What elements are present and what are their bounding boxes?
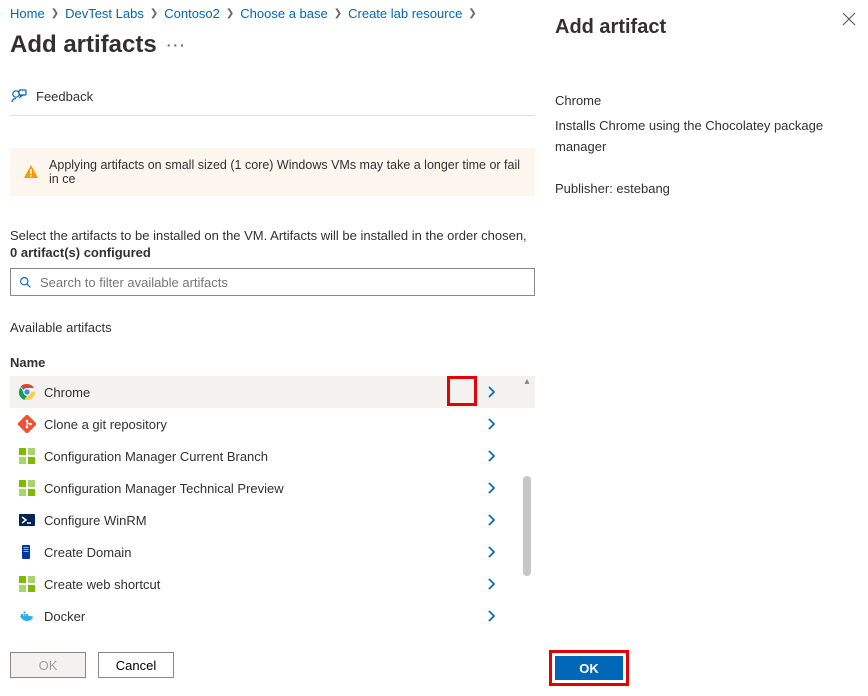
tiles-icon (10, 479, 44, 497)
scroll-up-icon[interactable]: ▴ (521, 376, 533, 388)
git-icon (10, 415, 44, 433)
artifact-label: Chrome (44, 385, 487, 400)
artifact-label: Clone a git repository (44, 417, 487, 432)
artifact-label: Configuration Manager Current Branch (44, 449, 487, 464)
divider (10, 115, 535, 116)
tiles-icon (10, 447, 44, 465)
breadcrumb-devtestlabs[interactable]: DevTest Labs (65, 6, 144, 21)
artifact-list: Chrome Clone a git repository Configuratio… (10, 376, 535, 632)
panel-title: Add artifact (555, 16, 862, 39)
artifact-label: Configure WinRM (44, 513, 487, 528)
chevron-right-icon: ❯ (334, 8, 342, 19)
cancel-button[interactable]: Cancel (98, 652, 174, 678)
feedback-icon (10, 87, 28, 105)
artifact-row[interactable]: Docker (10, 600, 535, 632)
chevron-right-icon: ❯ (51, 8, 59, 19)
available-artifacts-heading: Available artifacts (10, 320, 535, 335)
chevron-right-icon: ❯ (468, 8, 476, 19)
chevron-right-icon[interactable] (487, 418, 511, 430)
chevron-right-icon[interactable] (487, 386, 511, 398)
artifact-name: Chrome (555, 91, 862, 112)
artifact-row[interactable]: Chrome (10, 376, 535, 408)
search-field[interactable] (40, 275, 526, 290)
artifact-publisher: Publisher: estebang (555, 179, 862, 200)
instruction-text: Select the artifacts to be installed on … (10, 228, 535, 260)
breadcrumb-create-lab-resource[interactable]: Create lab resource (348, 6, 462, 21)
warning-notice: Applying artifacts on small sized (1 cor… (10, 148, 535, 196)
chevron-right-icon[interactable] (487, 482, 511, 494)
artifact-row[interactable]: Configuration Manager Current Branch (10, 440, 535, 472)
chevron-right-icon[interactable] (487, 514, 511, 526)
powershell-icon (10, 511, 44, 529)
artifact-description: Installs Chrome using the Chocolatey pac… (555, 116, 862, 158)
artifact-label: Create Domain (44, 545, 487, 560)
chevron-right-icon[interactable] (487, 610, 511, 622)
scroll-thumb[interactable] (523, 476, 531, 576)
artifact-row[interactable]: Configure WinRM (10, 504, 535, 536)
panel-ok-button[interactable]: OK (555, 656, 623, 680)
scrollbar[interactable]: ▴ (521, 376, 533, 632)
artifact-label: Create web shortcut (44, 577, 487, 592)
ok-button: OK (10, 652, 86, 678)
chrome-icon (10, 383, 44, 401)
chevron-right-icon: ❯ (226, 8, 234, 19)
chevron-right-icon: ❯ (150, 8, 158, 19)
close-button[interactable] (842, 12, 856, 26)
breadcrumb: Home ❯ DevTest Labs ❯ Contoso2 ❯ Choose … (10, 6, 535, 21)
breadcrumb-contoso2[interactable]: Contoso2 (164, 6, 220, 21)
artifact-row[interactable]: Create Domain (10, 536, 535, 568)
feedback-label: Feedback (36, 89, 93, 104)
search-icon (19, 276, 32, 289)
docker-icon (10, 607, 44, 625)
server-icon (10, 543, 44, 561)
breadcrumb-choose-base[interactable]: Choose a base (240, 6, 327, 21)
feedback-button[interactable]: Feedback (10, 87, 535, 105)
configured-count: 0 artifact(s) configured (10, 245, 535, 260)
artifact-row[interactable]: Configuration Manager Technical Preview (10, 472, 535, 504)
more-menu-button[interactable]: ··· (167, 37, 187, 53)
tiles-icon (10, 575, 44, 593)
add-artifact-panel: Add artifact Chrome Installs Chrome usin… (545, 0, 868, 696)
artifact-label: Docker (44, 609, 487, 624)
chevron-right-icon[interactable] (487, 450, 511, 462)
warning-icon (22, 163, 39, 181)
artifact-label: Configuration Manager Technical Preview (44, 481, 487, 496)
column-header-name: Name (10, 355, 535, 376)
breadcrumb-home[interactable]: Home (10, 6, 45, 21)
artifact-row[interactable]: Create web shortcut (10, 568, 535, 600)
chevron-right-icon[interactable] (487, 546, 511, 558)
page-title: Add artifacts ··· (10, 31, 535, 59)
search-input[interactable] (10, 268, 535, 296)
chevron-right-icon[interactable] (487, 578, 511, 590)
warning-text: Applying artifacts on small sized (1 cor… (49, 158, 523, 186)
artifact-row[interactable]: Clone a git repository (10, 408, 535, 440)
